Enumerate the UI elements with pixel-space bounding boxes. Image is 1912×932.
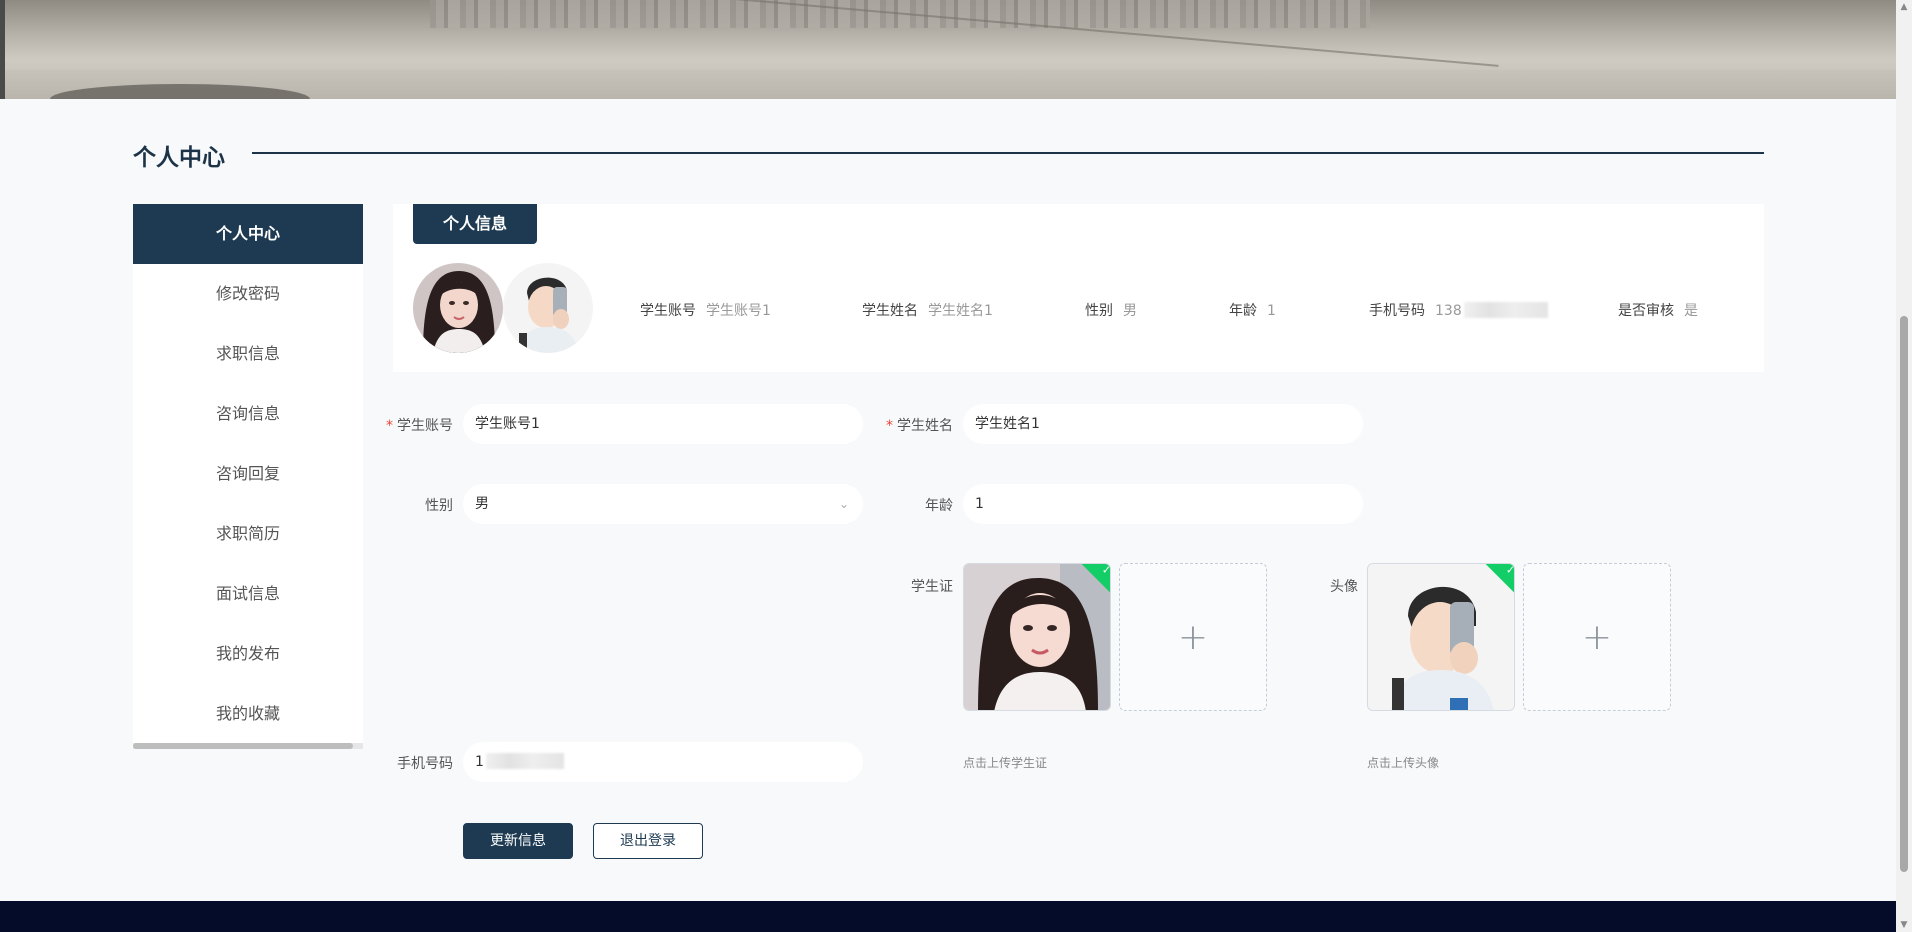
info-phone-key: 手机号码 <box>1369 303 1425 319</box>
gender-select[interactable]: 男 ⌄ <box>463 484 863 524</box>
student-card-image[interactable]: ✓ <box>963 563 1111 711</box>
account-label: * 学生账号 <box>386 415 453 435</box>
user-avatar <box>503 263 593 353</box>
scroll-down-arrow-icon[interactable]: ▼ <box>1896 918 1912 932</box>
gender-label: 性别 <box>425 498 453 514</box>
info-account-key: 学生账号 <box>640 303 696 319</box>
phone-input[interactable]: 1 <box>463 742 863 782</box>
phone-label: 手机号码 <box>397 756 453 772</box>
student-card-avatar <box>413 263 503 353</box>
info-age-key: 年龄 <box>1229 303 1257 319</box>
personal-info-card <box>393 204 1764 372</box>
sidebar-item-consult-info[interactable]: 咨询信息 <box>133 384 363 444</box>
sidebar-item-my-posts[interactable]: 我的发布 <box>133 624 363 684</box>
scrollbar-thumb[interactable] <box>1900 316 1908 872</box>
info-account: 学生账号 学生账号1 <box>640 300 771 320</box>
banner-edge <box>0 0 5 99</box>
name-input[interactable]: 学生姓名1 <box>963 404 1363 444</box>
avatar-hint: 点击上传头像 <box>1367 756 1440 770</box>
avatar-image[interactable]: ✓ <box>1367 563 1515 711</box>
phone-redaction <box>485 753 564 769</box>
age-input[interactable]: 1 <box>963 484 1363 524</box>
upload-success-check-icon: ✓ <box>1101 563 1111 577</box>
footer <box>0 901 1896 932</box>
info-phone: 手机号码 138 <box>1369 300 1548 320</box>
upload-success-check-icon: ✓ <box>1505 563 1515 577</box>
sidebar-scrollbar-thumb[interactable] <box>133 743 353 749</box>
update-info-button[interactable]: 更新信息 <box>463 823 573 859</box>
plus-icon: + <box>1581 616 1613 658</box>
page-title: 个人中心 <box>133 145 225 171</box>
account-input[interactable]: 学生账号1 <box>463 404 863 444</box>
sidebar: 个人中心 修改密码 求职信息 咨询信息 咨询回复 求职简历 面试信息 我的发布 … <box>133 204 363 744</box>
page-scrollbar[interactable]: ▲ ▼ <box>1896 0 1912 932</box>
info-age: 年龄 1 <box>1229 300 1276 320</box>
sidebar-item-interview[interactable]: 面试信息 <box>133 564 363 624</box>
info-gender-value: 男 <box>1123 303 1137 319</box>
avatar-label: 头像 <box>1330 579 1358 595</box>
age-label: 年龄 <box>925 498 953 514</box>
info-gender: 性别男 <box>1085 300 1137 320</box>
info-name-value: 学生姓名1 <box>928 303 993 319</box>
sidebar-item-change-password[interactable]: 修改密码 <box>133 264 363 324</box>
header-banner <box>0 0 1896 99</box>
info-name: 学生姓名 学生姓名1 <box>862 300 993 320</box>
page: ▲ ▼ 个人中心 个人中心 修改密码 求职信息 咨询信息 咨询回复 求职简历 面… <box>0 0 1912 932</box>
info-account-value: 学生账号1 <box>706 303 771 319</box>
name-label-text: 学生姓名 <box>897 418 953 434</box>
student-card-upload[interactable]: + <box>1119 563 1267 711</box>
sidebar-item-resume[interactable]: 求职简历 <box>133 504 363 564</box>
phone-input-value: 1 <box>475 754 484 770</box>
plus-icon: + <box>1177 616 1209 658</box>
student-card-hint: 点击上传学生证 <box>963 756 1048 770</box>
info-audit-key: 是否审核 <box>1618 303 1674 319</box>
personal-info-tag: 个人信息 <box>413 204 537 244</box>
required-mark: * <box>386 418 393 434</box>
sidebar-item-personal-center[interactable]: 个人中心 <box>133 204 363 264</box>
info-name-key: 学生姓名 <box>862 303 918 319</box>
account-label-text: 学生账号 <box>397 418 453 434</box>
sidebar-item-job-info[interactable]: 求职信息 <box>133 324 363 384</box>
phone-redaction <box>1463 302 1548 318</box>
required-mark: * <box>886 418 893 434</box>
title-divider <box>252 152 1764 154</box>
info-gender-key: 性别 <box>1085 303 1113 319</box>
info-audit: 是否审核是 <box>1618 300 1698 320</box>
avatar-upload[interactable]: + <box>1523 563 1671 711</box>
logout-button[interactable]: 退出登录 <box>593 823 703 859</box>
gender-select-value: 男 <box>475 496 489 512</box>
info-phone-value: 138 <box>1435 303 1462 319</box>
sidebar-item-favorites[interactable]: 我的收藏 <box>133 684 363 744</box>
info-audit-value: 是 <box>1684 303 1698 319</box>
scroll-up-arrow-icon[interactable]: ▲ <box>1896 0 1912 14</box>
info-age-value: 1 <box>1267 303 1276 319</box>
student-card-label: 学生证 <box>911 579 953 595</box>
sidebar-item-consult-reply[interactable]: 咨询回复 <box>133 444 363 504</box>
chevron-down-icon[interactable]: ⌄ <box>839 484 849 524</box>
sidebar-scrollbar[interactable] <box>133 743 363 749</box>
name-label: * 学生姓名 <box>886 415 953 435</box>
